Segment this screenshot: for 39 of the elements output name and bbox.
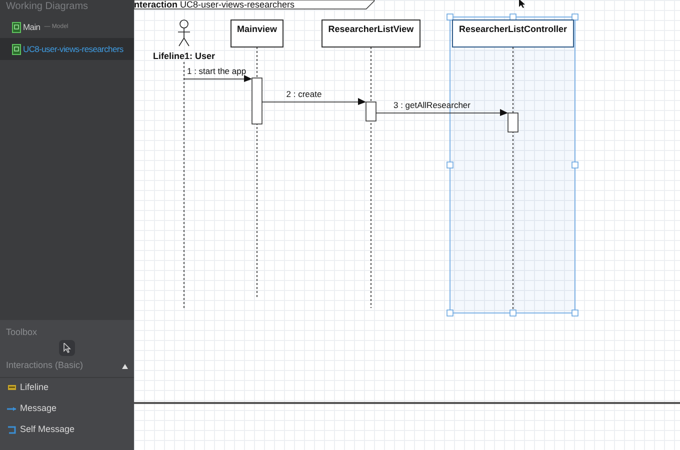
diagram-icon <box>12 22 21 32</box>
activation-bar <box>366 102 376 122</box>
message-icon <box>7 405 16 413</box>
resize-handle[interactable] <box>572 162 578 168</box>
resize-handle[interactable] <box>510 14 516 20</box>
collapse-icon <box>122 364 128 368</box>
mouse-cursor-icon <box>519 0 525 8</box>
diagram-name: Main <box>23 20 40 34</box>
lifeline-label: Mainview <box>237 24 277 34</box>
self-message-icon <box>7 426 16 434</box>
lifeline-icon <box>7 384 16 392</box>
resize-handle[interactable] <box>446 14 454 20</box>
activation-bar <box>252 78 262 124</box>
actor-icon <box>178 20 190 46</box>
panel-title: Working Diagrams <box>5 0 90 14</box>
resize-handle[interactable] <box>510 310 516 316</box>
frame-title: nteraction UC8-user-views-researchers <box>134 0 295 10</box>
message-label: 3 : getAllResearcher <box>394 100 470 110</box>
lifeline-label: ResearcherListView <box>328 24 414 34</box>
lifeline-label: ResearcherListController <box>458 24 568 34</box>
diagram-name: UC8-user-views-researchers <box>23 42 124 56</box>
diagram-icon <box>12 44 21 54</box>
resize-handle[interactable] <box>572 14 578 20</box>
diagram-item[interactable]: UC8-user-views-researchers <box>0 38 134 60</box>
message-label: 1 : start the app <box>187 66 246 76</box>
panel-title: Toolbox <box>5 326 38 339</box>
lifeline-label: Lifeline1: User <box>152 51 216 61</box>
section-title: Interactions (Basic) <box>6 359 84 372</box>
activation-bar <box>508 112 518 132</box>
resize-handle[interactable] <box>446 310 454 316</box>
message-label: 2 : create <box>286 89 322 99</box>
pointer-tool-button[interactable] <box>59 340 75 356</box>
toolbox-item[interactable]: Lifeline <box>0 378 134 398</box>
lifeline-box <box>230 20 284 48</box>
resize-handle[interactable] <box>572 310 578 316</box>
toolbox-item[interactable]: Message <box>0 398 134 420</box>
resize-handle[interactable] <box>446 162 454 168</box>
toolbox-item[interactable]: Self Message <box>0 420 134 440</box>
cursor-icon <box>63 342 71 352</box>
